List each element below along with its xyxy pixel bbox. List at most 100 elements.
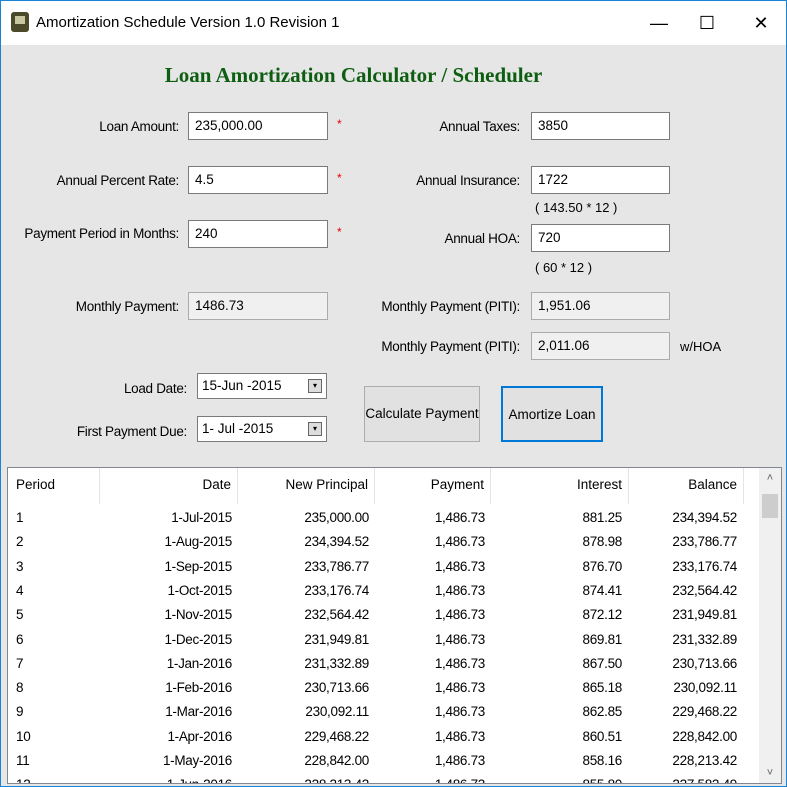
period-label: Payment Period in Months: [24, 226, 179, 241]
first-payment-value: 1- Jul -2015 [202, 421, 274, 436]
taxes-input[interactable]: 3850 [531, 112, 670, 140]
cell-date: 1-Aug-2015 [164, 534, 232, 550]
piti-label: Monthly Payment (PITI): [381, 299, 520, 314]
minimize-button[interactable]: — [636, 7, 682, 39]
cell-interest: 865.18 [582, 680, 623, 696]
column-header-date[interactable]: Date [100, 468, 238, 504]
cell-balance: 233,786.77 [672, 534, 737, 550]
cell-new-principal: 233,786.77 [304, 558, 369, 574]
schedule-table[interactable]: Period Date New Principal Payment Intere… [7, 467, 782, 784]
column-header-interest[interactable]: Interest [491, 468, 629, 504]
app-icon [11, 12, 29, 32]
scroll-up-icon[interactable]: ˄ [759, 472, 781, 484]
required-marker: * [337, 117, 342, 131]
cell-new-principal: 234,394.52 [304, 534, 369, 550]
cell-payment: 1,486.73 [434, 607, 485, 623]
cell-interest: 878.98 [582, 534, 623, 550]
cell-new-principal: 228,213.42 [304, 777, 369, 783]
column-header-balance[interactable]: Balance [629, 468, 744, 504]
cell-new-principal: 231,332.89 [304, 655, 369, 671]
cell-interest: 876.70 [582, 558, 623, 574]
insurance-label: Annual Insurance: [416, 173, 520, 188]
period-input[interactable]: 240 [188, 220, 328, 248]
cell-interest: 855.80 [583, 777, 623, 783]
required-marker: * [337, 225, 342, 239]
required-marker: * [337, 171, 342, 185]
cell-date: 1-Jun-2016 [167, 777, 233, 783]
loan-amount-input[interactable]: 235,000.00 [188, 112, 328, 140]
column-header-period[interactable]: Period [8, 468, 100, 504]
insurance-input[interactable]: 1722 [531, 166, 670, 194]
cell-period: 5 [16, 607, 24, 623]
cell-date: 1-Nov-2015 [164, 607, 232, 623]
cell-period: 11 [16, 753, 30, 768]
cell-interest: 881.25 [582, 510, 623, 525]
scroll-down-icon[interactable]: ˅ [759, 767, 781, 779]
first-payment-picker[interactable]: 1- Jul -2015 ▾ [197, 416, 327, 442]
cell-payment: 1,486.73 [434, 582, 485, 598]
piti-hoa-field: 2,011.06 [531, 332, 670, 360]
cell-payment: 1,486.73 [435, 777, 485, 783]
calculate-payment-button[interactable]: Calculate Payment [364, 386, 480, 442]
amortize-loan-button[interactable]: Amortize Loan [501, 386, 603, 442]
cell-period: 8 [16, 680, 24, 696]
cell-period: 10 [16, 728, 31, 744]
cell-interest: 860.51 [582, 728, 623, 744]
column-header-payment[interactable]: Payment [375, 468, 491, 504]
column-header-new-principal[interactable]: New Principal [238, 468, 375, 504]
hoa-input[interactable]: 720 [531, 224, 670, 252]
cell-payment: 1,486.73 [434, 704, 485, 720]
cell-payment: 1,486.73 [434, 510, 485, 525]
window-title: Amortization Schedule Version 1.0 Revisi… [36, 14, 340, 31]
calendar-dropdown-icon[interactable]: ▾ [308, 422, 322, 436]
first-payment-label: First Payment Due: [76, 424, 187, 439]
cell-payment: 1,486.73 [434, 753, 485, 768]
calendar-dropdown-icon[interactable]: ▾ [308, 379, 322, 393]
cell-balance: 232,564.42 [672, 582, 737, 598]
monthly-payment-field: 1486.73 [188, 292, 328, 320]
cell-payment: 1,486.73 [434, 728, 485, 744]
cell-payment: 1,486.73 [434, 558, 485, 574]
cell-payment: 1,486.73 [434, 631, 485, 647]
hoa-suffix: w/HOA [680, 339, 722, 354]
hoa-note: ( 60 * 12 ) [535, 260, 593, 275]
vertical-scrollbar[interactable]: ˄ ˅ [759, 468, 781, 783]
cell-new-principal: 230,713.66 [304, 680, 369, 696]
cell-new-principal: 235,000.00 [304, 510, 369, 525]
cell-balance: 233,176.74 [672, 558, 737, 574]
cell-balance: 227,582.49 [672, 777, 737, 783]
cell-period: 7 [16, 655, 24, 671]
cell-date: 1-Jan-2016 [166, 655, 233, 671]
cell-period: 9 [16, 704, 24, 720]
page-title: Loan Amortization Calculator / Scheduler [164, 63, 543, 87]
cell-balance: 230,713.66 [672, 655, 737, 671]
cell-new-principal: 233,176.74 [304, 582, 369, 598]
cell-interest: 862.85 [582, 704, 623, 720]
cell-period: 12 [16, 777, 31, 783]
cell-period: 4 [16, 582, 24, 598]
maximize-button[interactable]: ☐ [684, 7, 730, 39]
cell-date: 1-Apr-2016 [167, 728, 232, 744]
cell-date: 1-Mar-2016 [165, 704, 232, 720]
insurance-note: ( 143.50 * 12 ) [535, 200, 618, 215]
scroll-thumb[interactable] [762, 494, 778, 518]
cell-balance: 230,092.11 [673, 680, 737, 696]
cell-balance: 234,394.52 [672, 510, 737, 525]
cell-date: 1-Feb-2016 [165, 680, 232, 696]
cell-balance: 231,949.81 [672, 607, 737, 623]
load-date-label: Load Date: [123, 381, 187, 396]
cell-balance: 231,332.89 [672, 631, 737, 647]
cell-new-principal: 230,092.11 [305, 704, 369, 720]
close-button[interactable]: ✕ [738, 7, 784, 39]
piti-hoa-label: Monthly Payment (PITI): [381, 339, 520, 354]
hoa-label: Annual HOA: [444, 231, 521, 246]
rate-label: Annual Percent Rate: [56, 173, 180, 188]
cell-date: 1-Sep-2015 [164, 558, 232, 574]
taxes-label: Annual Taxes: [439, 119, 520, 134]
load-date-picker[interactable]: 15-Jun -2015 ▾ [197, 373, 327, 399]
rate-input[interactable]: 4.5 [188, 166, 328, 194]
cell-balance: 228,842.00 [672, 728, 737, 744]
cell-payment: 1,486.73 [434, 534, 485, 550]
cell-date: 1-Jul-2015 [171, 510, 232, 525]
cell-period: 3 [16, 558, 24, 574]
